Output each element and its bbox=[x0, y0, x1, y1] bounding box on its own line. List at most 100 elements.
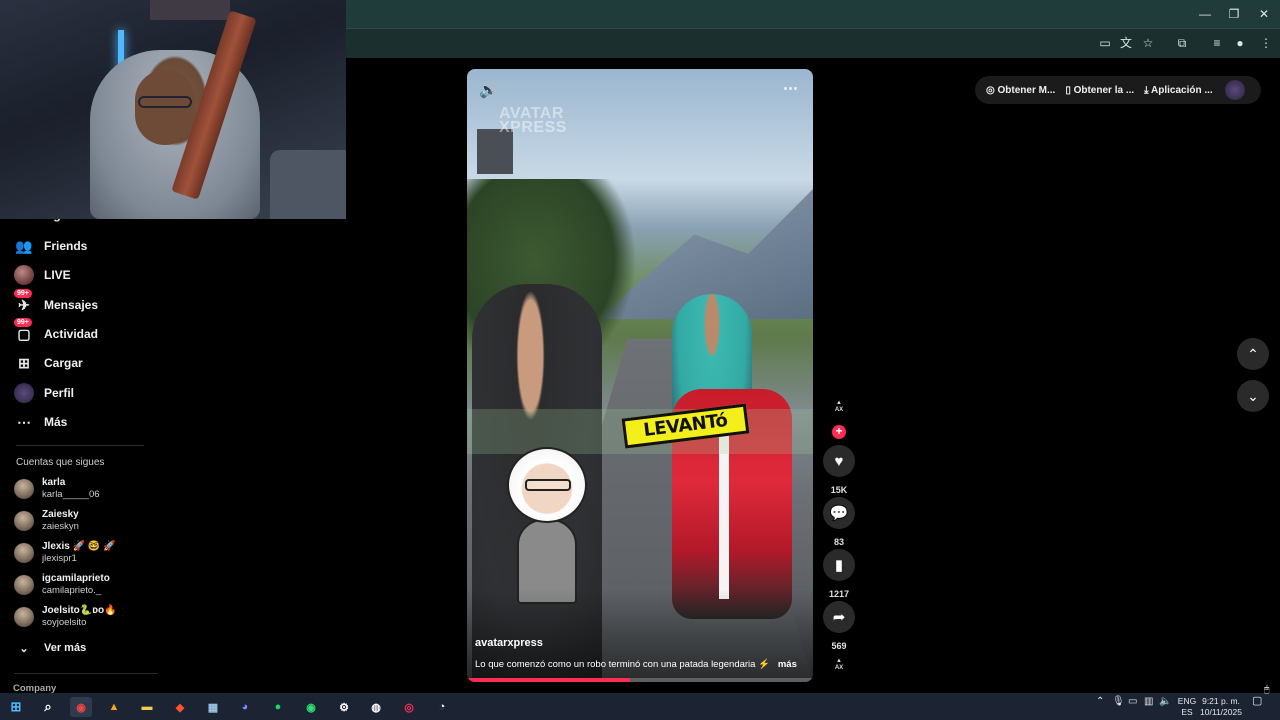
sidebar-item-profile[interactable]: Perfil bbox=[14, 381, 74, 405]
desktop-app-button[interactable]: ⤓ Aplicación ... bbox=[1144, 85, 1213, 96]
followed-account[interactable]: Joelsito🐍ᴅᴏ🔥 soyjoelsito bbox=[14, 602, 117, 632]
display-icon[interactable]: ▭ bbox=[1128, 696, 1137, 707]
get-coins-button[interactable]: ◎ Obtener M... bbox=[986, 85, 1055, 96]
extensions-icon[interactable]: ⧉ bbox=[1173, 34, 1191, 52]
translate-icon[interactable]: 文 bbox=[1117, 34, 1135, 52]
avatar bbox=[14, 575, 34, 595]
sound-disc-icon[interactable]: ▲ AX bbox=[823, 658, 855, 672]
see-more-link[interactable]: más bbox=[778, 659, 797, 670]
language-code: ENG bbox=[1177, 696, 1197, 706]
followed-account[interactable]: Zaiesky zaieskyn bbox=[14, 506, 79, 536]
followed-account[interactable]: Jlexis 🚀 🤓 🚀 jlexispr1 bbox=[14, 538, 116, 568]
sidebar-item-upload[interactable]: ⊞ Cargar bbox=[14, 351, 83, 375]
sidebar-item-label: Más bbox=[44, 415, 68, 429]
follow-plus-icon[interactable]: + bbox=[832, 425, 846, 439]
sidebar-item-label: LIVE bbox=[44, 268, 71, 282]
media-icon[interactable]: ≡ bbox=[1208, 34, 1226, 52]
followed-account[interactable]: karla karla_____06 bbox=[14, 474, 100, 504]
star-icon[interactable]: ☆ bbox=[1139, 34, 1157, 52]
cast-icon[interactable]: ▭ bbox=[1096, 34, 1114, 52]
avatar bbox=[14, 607, 34, 627]
calculator-icon[interactable]: ▦ bbox=[202, 697, 224, 717]
video-watermark: AVATAR XPRESS bbox=[499, 106, 567, 136]
more-options-icon[interactable]: ⋯ bbox=[783, 79, 798, 97]
sidebar-item-friends[interactable]: 👥 Friends bbox=[14, 234, 87, 258]
microphone-icon[interactable]: 🎙 bbox=[1112, 696, 1125, 707]
save-button[interactable]: ▮ 1217 bbox=[823, 549, 855, 599]
account-name: Jlexis 🚀 🤓 🚀 bbox=[42, 541, 116, 552]
sidebar-item-label: Actividad bbox=[44, 327, 99, 341]
desktop-app-label: Aplicación ... bbox=[1151, 84, 1213, 96]
volume-tray-icon[interactable]: 🔈 bbox=[1159, 696, 1171, 707]
clock[interactable]: 9:21 p. m. 10/11/2025 bbox=[1198, 696, 1244, 718]
folder-icon[interactable]: ▬ bbox=[136, 697, 158, 717]
chevron-down-icon: ⌄ bbox=[1247, 387, 1259, 404]
comment-count: 83 bbox=[833, 537, 844, 547]
next-video-button[interactable]: ⌄ bbox=[1237, 380, 1269, 412]
volume-icon[interactable]: 🔊 bbox=[479, 81, 498, 99]
save-count: 1217 bbox=[828, 589, 850, 599]
app-icon-orange[interactable]: ▲ bbox=[103, 697, 125, 717]
like-count: 15K bbox=[830, 485, 848, 495]
account-name: Zaiesky bbox=[42, 509, 79, 520]
share-button[interactable]: ➦ 569 bbox=[823, 601, 855, 651]
chrome-icon[interactable]: ◉ bbox=[70, 697, 92, 717]
sidebar-item-messages[interactable]: ✈ 99+ Mensajes bbox=[14, 289, 98, 317]
notification-badge: 99+ bbox=[14, 289, 32, 298]
obs-icon[interactable]: ◔ bbox=[431, 697, 453, 717]
notification-badge: 99+ bbox=[14, 318, 32, 327]
see-more-label: Ver más bbox=[44, 642, 87, 654]
app-icon-red[interactable]: ◎ bbox=[398, 697, 420, 717]
followed-account[interactable]: igcamilaprieto camilaprieto._ bbox=[14, 570, 110, 600]
start-icon[interactable]: ⊞ bbox=[5, 697, 27, 717]
network-icon[interactable]: ▥ bbox=[1144, 696, 1153, 707]
account-handle: karla_____06 bbox=[42, 489, 100, 500]
brave-icon[interactable]: ◆ bbox=[169, 697, 191, 717]
language-indicator[interactable]: ENG ES bbox=[1177, 696, 1197, 718]
sidebar-item-activity[interactable]: ▢ 99+ Actividad bbox=[14, 318, 99, 346]
menu-icon[interactable]: ⋮ bbox=[1257, 34, 1275, 52]
close-button[interactable]: ✕ bbox=[1249, 4, 1279, 24]
chevron-down-icon: ⌄ bbox=[19, 642, 29, 655]
messages-icon: ✈ 99+ bbox=[14, 289, 34, 315]
time-text: 9:21 p. m. bbox=[1202, 696, 1240, 706]
previous-video-button[interactable]: ⌃ bbox=[1237, 338, 1269, 370]
account-handle: zaieskyn bbox=[42, 521, 79, 532]
divider bbox=[14, 673, 158, 674]
more-icon: ⋯ bbox=[17, 413, 31, 430]
restore-button[interactable]: ❐ bbox=[1219, 4, 1249, 24]
divider bbox=[16, 445, 144, 446]
activity-icon: ▢ 99+ bbox=[14, 318, 34, 344]
see-more-button[interactable]: ⌄ Ver más bbox=[14, 636, 86, 660]
video-player[interactable]: LEVANTó 🔊 ⋯ AVATAR XPRESS avatarxpress L… bbox=[467, 69, 813, 682]
search-icon[interactable]: ⌕ bbox=[37, 697, 59, 717]
sidebar-item-more[interactable]: ⋯ Más bbox=[14, 410, 67, 434]
bookmark-icon: ▮ bbox=[823, 549, 855, 581]
spotify-icon[interactable]: ● bbox=[267, 697, 289, 717]
account-name: karla bbox=[42, 477, 66, 488]
steam-icon[interactable]: ⚙ bbox=[333, 697, 355, 717]
creator-avatar[interactable]: ▲ AX + bbox=[823, 400, 855, 439]
app-icon-white[interactable]: ◍ bbox=[365, 697, 387, 717]
notifications-icon[interactable]: ▢ bbox=[1252, 696, 1262, 707]
comment-icon: 💬 bbox=[823, 497, 855, 529]
video-author[interactable]: avatarxpress bbox=[475, 637, 543, 649]
like-button[interactable]: ♥ 15K bbox=[823, 445, 855, 495]
user-avatar[interactable] bbox=[1224, 80, 1245, 100]
top-actions-bar: ◎ Obtener M... ▯ Obtener la ... ⤓ Aplica… bbox=[975, 76, 1261, 104]
shelf bbox=[150, 0, 230, 20]
minimize-button[interactable]: — bbox=[1190, 4, 1220, 24]
get-app-label: Obtener la ... bbox=[1073, 84, 1135, 96]
discord-icon[interactable]: ◕ bbox=[234, 697, 256, 717]
tray-overflow-icon[interactable]: ⌃ bbox=[1096, 696, 1104, 707]
app-icon-green[interactable]: ◉ bbox=[300, 697, 322, 717]
friends-icon: 👥 bbox=[15, 237, 33, 254]
comment-button[interactable]: 💬 83 bbox=[823, 497, 855, 547]
sofa bbox=[270, 150, 346, 219]
get-app-button[interactable]: ▯ Obtener la ... bbox=[1065, 85, 1134, 96]
heart-icon: ♥ bbox=[823, 445, 855, 477]
sidebar-item-label: Friends bbox=[44, 239, 88, 253]
description-text: Lo que comenzó como un robo terminó con … bbox=[475, 659, 770, 670]
profile-icon[interactable]: ● bbox=[1231, 34, 1249, 52]
sidebar-item-live[interactable]: LIVE bbox=[14, 263, 71, 287]
